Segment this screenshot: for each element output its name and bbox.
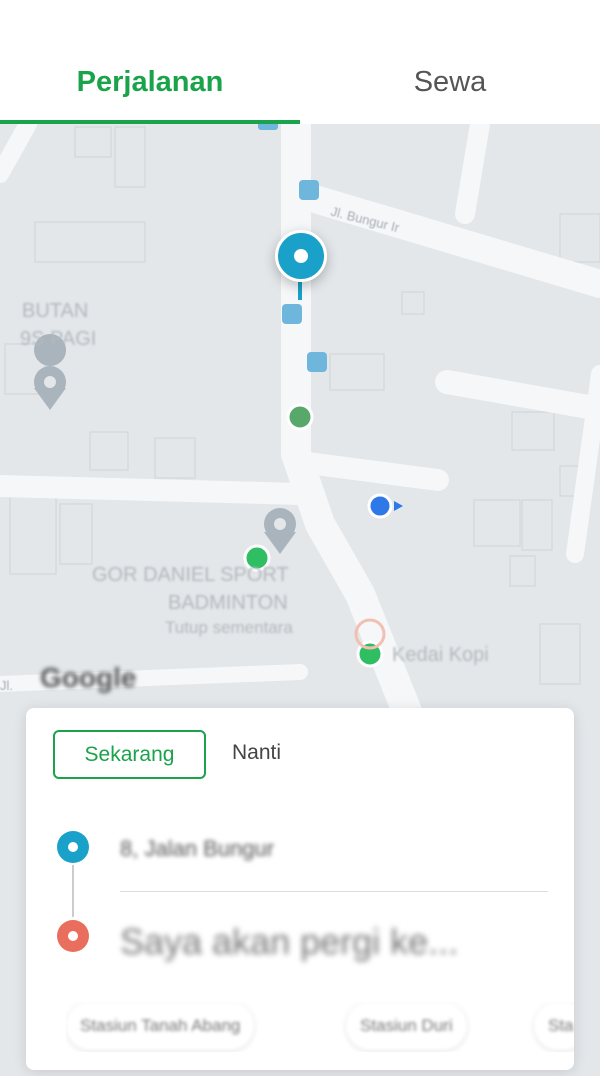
poi-label: BUTAN [22,300,89,322]
origin-field[interactable]: 8, Jalan Bungur [120,836,274,862]
google-logo: Google [40,662,137,693]
tab-bar: Perjalanan Sewa [0,0,600,124]
booking-card: Sekarang Nanti 8, Jalan Bungur Stasiun T… [26,708,574,1070]
route-connector [72,865,74,917]
chip-stasiun-tanah-abang[interactable]: Stasiun Tanah Abang [66,1002,255,1050]
now-toggle-button[interactable]: Sekarang [53,730,206,779]
tab-sewa[interactable]: Sewa [300,66,600,99]
pickup-pin-stem [298,280,302,300]
destination-icon [57,920,89,952]
chip-partial[interactable]: Sta [534,1002,574,1050]
poi-label-kedai-kopi: Kedai Kopi [392,644,489,666]
pickup-pin [275,230,327,282]
poi-label: Tutup sementara [165,618,293,637]
tab-perjalanan[interactable]: Perjalanan [0,66,300,99]
pickup-pin-dot [294,249,308,263]
suggestion-chips: Stasiun Tanah Abang Stasiun Duri Sta [66,1002,574,1052]
destination-input[interactable] [120,920,550,964]
poi-label: 9S PAGI [20,328,97,350]
origin-icon [57,831,89,863]
divider [120,891,548,892]
street-label: Jl. [0,678,13,693]
poi-label: GOR DANIEL SPORT [92,564,289,586]
poi-label: BADMINTON [168,592,288,614]
later-toggle-button[interactable]: Nanti [232,741,281,765]
chip-stasiun-duri[interactable]: Stasiun Duri [346,1002,467,1050]
